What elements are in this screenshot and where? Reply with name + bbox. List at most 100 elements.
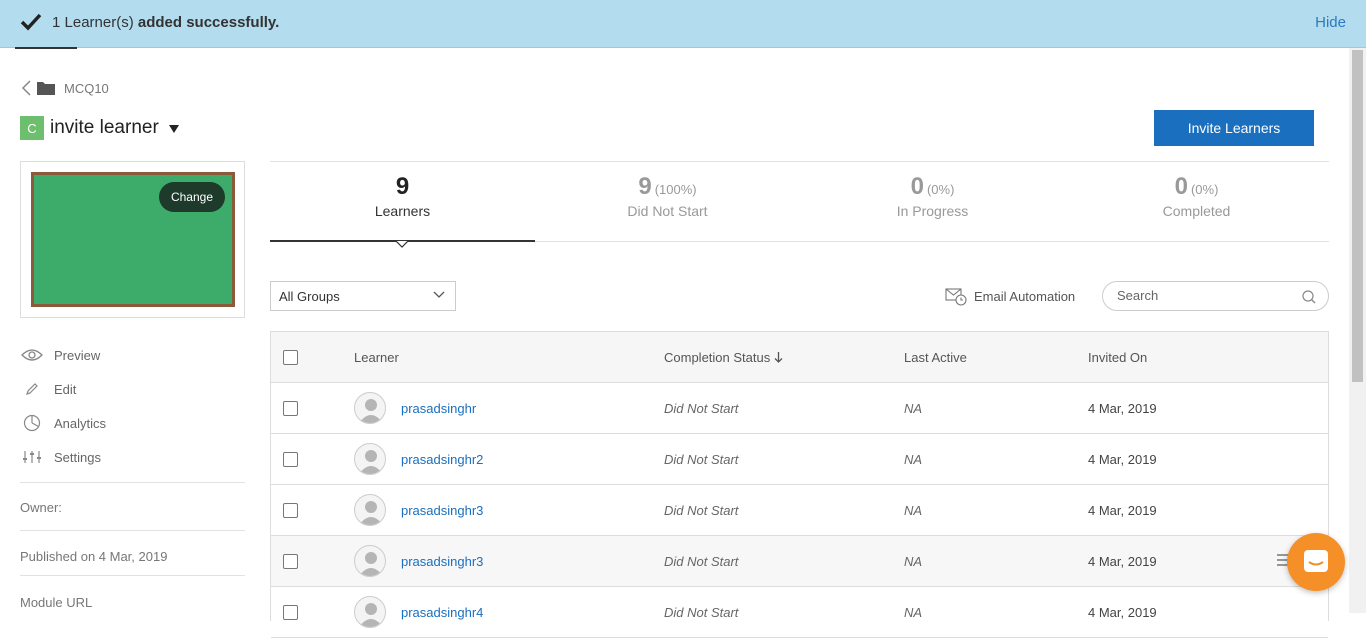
active-tab-pointer-icon (396, 241, 408, 248)
col-learner[interactable]: Learner (354, 350, 399, 365)
avatar-icon (354, 494, 386, 526)
divider (20, 530, 245, 531)
email-automation-label: Email Automation (974, 288, 1076, 304)
change-thumbnail-button[interactable]: Change (159, 182, 225, 212)
stat-completed[interactable]: 0 (0%) Completed (1064, 173, 1329, 219)
menu-label-edit: Edit (54, 381, 77, 397)
row-checkbox[interactable] (283, 401, 298, 416)
menu-item-edit[interactable]: Edit (20, 372, 245, 406)
table-row: prasadsinghr3 Did Not Start NA 4 Mar, 20… (271, 485, 1328, 536)
table-header: Learner Completion Status Last Active In… (271, 332, 1328, 383)
stat-label: Did Not Start (627, 203, 708, 219)
invited-on: 4 Mar, 2019 (1088, 554, 1157, 569)
learner-name-link[interactable]: prasadsinghr (401, 401, 476, 416)
last-active: NA (904, 401, 923, 416)
sort-down-arrow-icon (774, 352, 783, 363)
stat-number: 9 (638, 173, 652, 200)
search-box (1102, 281, 1329, 311)
module-type-badge: C (20, 116, 44, 140)
stat-number: 0 (1174, 173, 1188, 200)
email-automation-link[interactable]: Email Automation (945, 286, 1075, 306)
stat-percent: (0%) (1190, 182, 1219, 197)
stat-in-progress[interactable]: 0 (0%) In Progress (800, 173, 1065, 219)
avatar-icon (354, 545, 386, 577)
avatar-icon (354, 443, 386, 475)
stat-number: 0 (910, 173, 924, 200)
col-invited-on[interactable]: Invited On (1088, 350, 1147, 365)
module-thumbnail-card: Change (20, 161, 245, 318)
invite-learners-button[interactable]: Invite Learners (1154, 110, 1314, 146)
learner-name-link[interactable]: prasadsinghr3 (401, 503, 483, 518)
banner-underline (15, 47, 77, 49)
row-checkbox[interactable] (283, 554, 298, 569)
menu-label-preview: Preview (54, 347, 101, 363)
stat-label: Learners (374, 203, 431, 219)
last-active: NA (904, 452, 923, 467)
last-active: NA (904, 503, 923, 518)
table-row: prasadsinghr2 Did Not Start NA 4 Mar, 20… (271, 434, 1328, 485)
page-title: invite learner (50, 117, 159, 138)
invited-on: 4 Mar, 2019 (1088, 452, 1157, 467)
stat-label: Completed (1162, 203, 1231, 219)
checkmark-icon (20, 13, 42, 31)
group-filter-select[interactable]: All Groups (270, 281, 456, 311)
learners-table: Learner Completion Status Last Active In… (270, 331, 1329, 638)
published-date: Published on 4 Mar, 2019 (20, 549, 168, 564)
module-title-row: C invite learner (20, 116, 179, 140)
stat-learners[interactable]: 9 Learners (270, 173, 535, 219)
avatar-icon (354, 392, 386, 424)
last-active: NA (904, 554, 923, 569)
menu-item-settings[interactable]: Settings (20, 440, 245, 474)
stat-number: 9 (395, 173, 410, 200)
completion-status: Did Not Start (664, 503, 739, 518)
stat-label: In Progress (896, 203, 969, 219)
stat-did-not-start[interactable]: 9 (100%) Did Not Start (535, 173, 800, 219)
banner-success: added successfully. (137, 14, 280, 31)
back-chevron-icon[interactable] (20, 79, 32, 97)
success-banner: 1 Learner(s) added successfully. Hide (0, 0, 1366, 48)
completion-status: Did Not Start (664, 452, 739, 467)
col-last-active[interactable]: Last Active (904, 350, 967, 365)
completion-status: Did Not Start (664, 401, 739, 416)
eye-icon (20, 346, 44, 364)
pencil-icon (20, 380, 44, 398)
stat-percent: (0%) (926, 182, 955, 197)
folder-icon (37, 82, 55, 95)
owner-label: Owner: (20, 500, 62, 515)
search-input[interactable] (1117, 288, 1297, 303)
invited-on: 4 Mar, 2019 (1088, 401, 1157, 416)
row-checkbox[interactable] (283, 503, 298, 518)
row-checkbox[interactable] (283, 452, 298, 467)
col-completion-status[interactable]: Completion Status (664, 350, 783, 365)
learner-name-link[interactable]: prasadsinghr2 (401, 452, 483, 467)
group-filter-value: All Groups (279, 288, 340, 304)
col-completion-label: Completion Status (664, 350, 771, 365)
breadcrumb-folder[interactable]: MCQ10 (64, 81, 109, 96)
completion-status: Did Not Start (664, 554, 739, 569)
table-row: prasadsinghr3 Did Not Start NA 4 Mar, 20… (271, 536, 1328, 587)
chat-launcher-button[interactable] (1287, 533, 1345, 591)
page-scrollbar[interactable] (1349, 48, 1366, 613)
learner-name-link[interactable]: prasadsinghr3 (401, 554, 483, 569)
email-clock-icon (945, 288, 967, 306)
search-icon[interactable] (1302, 290, 1316, 304)
stats-divider-top (270, 161, 1329, 162)
module-menu: Preview Edit Analytics Settings (20, 338, 245, 474)
divider (20, 482, 245, 483)
chevron-down-icon (433, 291, 445, 298)
menu-item-preview[interactable]: Preview (20, 338, 245, 372)
menu-label-settings: Settings (54, 449, 101, 465)
menu-label-analytics: Analytics (54, 415, 107, 431)
stat-percent: (100%) (654, 182, 697, 197)
menu-item-analytics[interactable]: Analytics (20, 406, 245, 440)
hide-banner-link[interactable]: Hide (1315, 14, 1346, 31)
avatar-icon (354, 596, 386, 628)
banner-count: 1 Learner(s) (52, 14, 134, 31)
divider (20, 575, 245, 576)
banner-message: 1 Learner(s) added successfully. (52, 14, 279, 31)
select-all-checkbox[interactable] (283, 350, 298, 365)
chat-bubble-icon (1304, 550, 1328, 572)
scrollbar-thumb[interactable] (1352, 50, 1363, 382)
title-dropdown-caret-icon[interactable] (168, 125, 179, 133)
invited-on: 4 Mar, 2019 (1088, 503, 1157, 518)
